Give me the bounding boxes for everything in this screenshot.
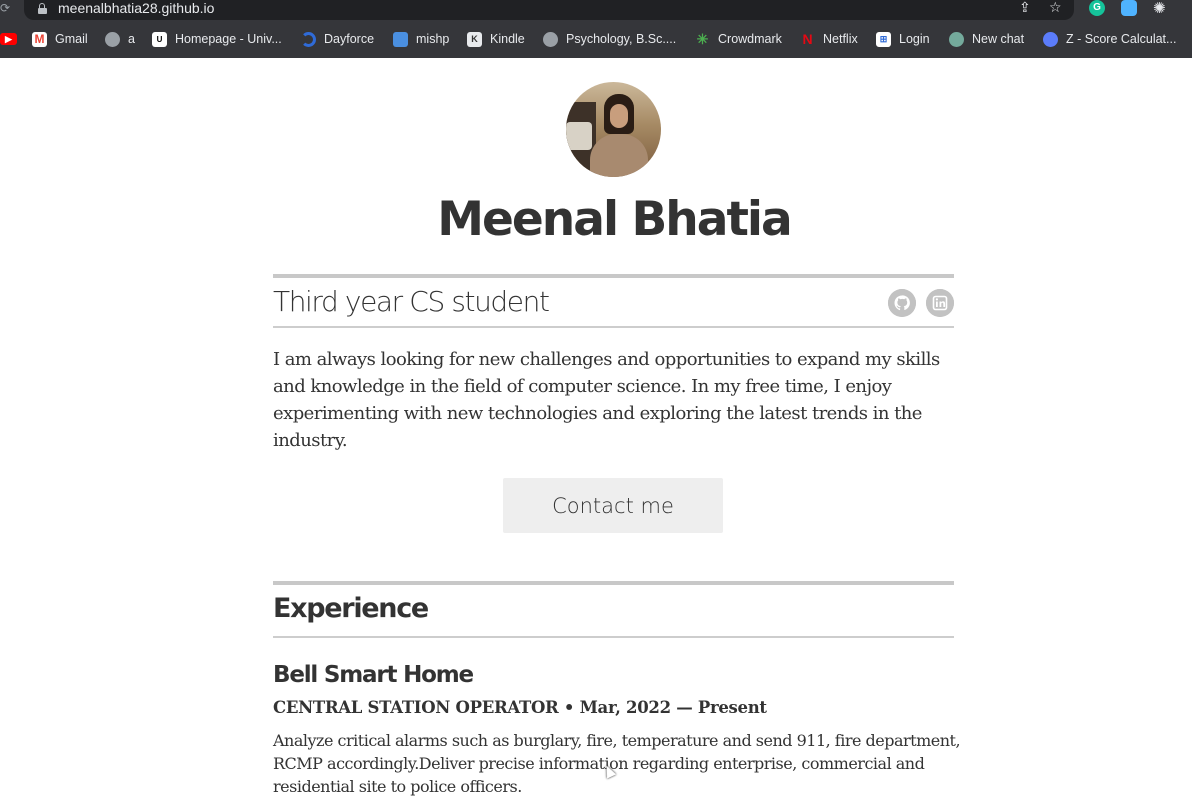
bookmark-crowdmark[interactable]: ✳ Crowdmark (695, 30, 782, 48)
lock-icon[interactable] (38, 3, 47, 14)
linkedin-link[interactable] (926, 289, 954, 317)
bookmark-new-chat[interactable]: New chat (949, 30, 1024, 48)
header-divider (273, 274, 954, 278)
linkedin-icon (926, 289, 954, 317)
university-icon: U (152, 31, 167, 47)
profile-photo (566, 82, 661, 177)
bookmark-homepage-univ[interactable]: U Homepage - Univ... (152, 30, 282, 48)
browser-chrome: ⟳ meenalbhatia28.github.io ⇪ ☆ G ✺ ▶ M G… (0, 0, 1192, 58)
bookmark-star-icon[interactable]: ☆ (1049, 0, 1062, 16)
gmail-icon: M (32, 31, 47, 47)
kindle-icon: K (467, 31, 482, 47)
bookmark-z-score[interactable]: Z - Score Calculat... (1043, 30, 1176, 48)
mishp-icon (393, 31, 408, 47)
netflix-icon: N (802, 31, 813, 47)
login-icon: ⊞ (876, 31, 891, 47)
reload-icon[interactable]: ⟳ (0, 0, 10, 16)
contact-me-button[interactable]: Contact me (503, 478, 723, 533)
icloud-extension-icon[interactable] (1121, 0, 1137, 16)
tagline: Third year CS student (273, 285, 550, 318)
tagline-divider (273, 326, 954, 328)
bookmarks-bar: ▶ M Gmail a U Homepage - Univ... Dayforc… (0, 28, 1192, 50)
experience-heading: Experience (273, 593, 429, 624)
crowdmark-icon: ✳ (696, 30, 709, 47)
job-description: Analyze critical alarms such as burglary… (273, 731, 961, 796)
bookmark-dayforce[interactable]: Dayforce (301, 30, 374, 48)
page-title: Meenal Bhatia (437, 192, 792, 247)
calculator-icon (1043, 31, 1058, 47)
url-text[interactable]: meenalbhatia28.github.io (58, 0, 214, 16)
bookmark-login[interactable]: ⊞ Login (876, 30, 930, 48)
chatgpt-extension-icon[interactable]: ✺ (1153, 0, 1169, 16)
bookmark-psychology[interactable]: Psychology, B.Sc.... (543, 30, 676, 48)
job-company: Bell Smart Home (273, 662, 474, 688)
job-role-dates: CENTRAL STATION OPERATOR • Mar, 2022 — P… (273, 698, 767, 717)
intro-paragraph: I am always looking for new challenges a… (273, 349, 940, 451)
bookmark-youtube[interactable]: ▶ (0, 30, 17, 48)
github-icon (888, 289, 916, 317)
chatgpt-icon (949, 31, 964, 47)
share-icon[interactable]: ⇪ (1019, 0, 1031, 16)
address-bar[interactable]: meenalbhatia28.github.io ⇪ ☆ (24, 0, 1074, 20)
bookmark-a[interactable]: a (105, 30, 135, 48)
dayforce-icon (301, 31, 316, 47)
psychology-icon (543, 31, 558, 47)
grammarly-extension-icon[interactable]: G (1089, 0, 1105, 16)
bookmark-kindle[interactable]: K Kindle (467, 30, 525, 48)
experience-top-divider (273, 581, 954, 585)
experience-bottom-divider (273, 636, 954, 638)
globe-icon (105, 31, 120, 47)
github-link[interactable] (888, 289, 916, 317)
youtube-icon: ▶ (0, 33, 17, 45)
bookmark-mishp[interactable]: mishp (393, 30, 449, 48)
bookmark-gmail[interactable]: M Gmail (32, 30, 88, 48)
bookmark-netflix[interactable]: N Netflix (800, 30, 857, 48)
